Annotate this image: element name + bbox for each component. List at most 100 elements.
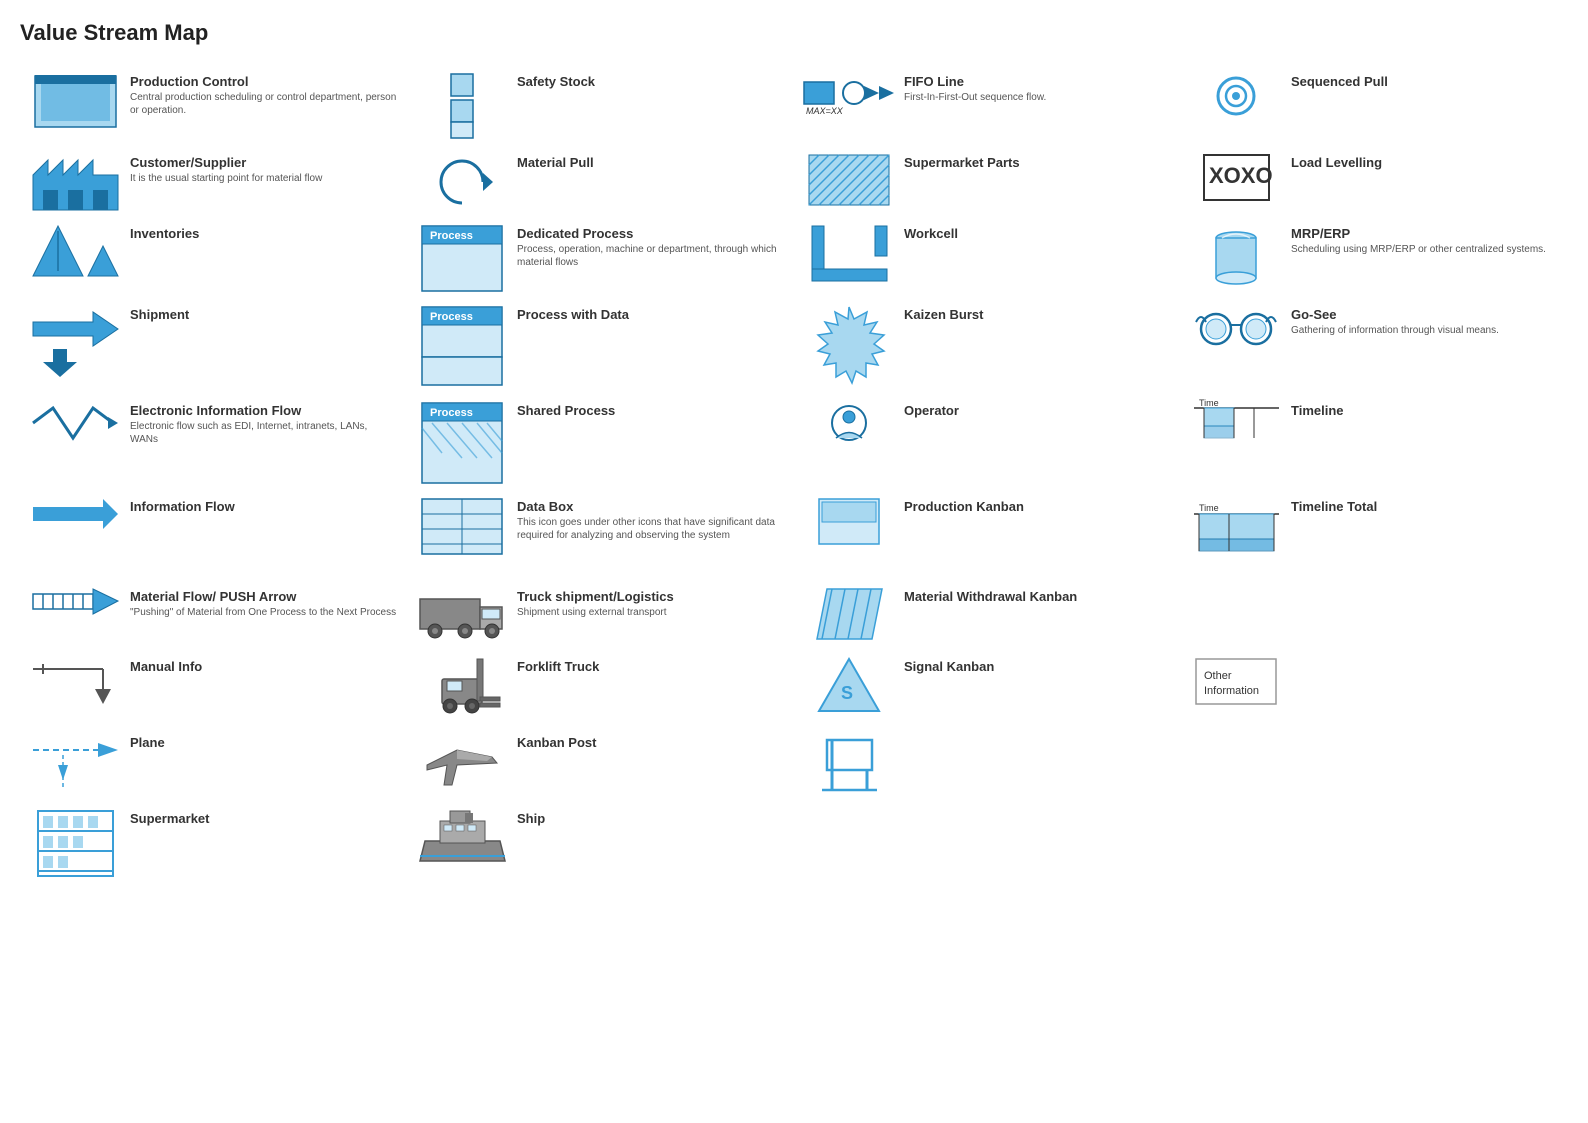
item-other-information: Other Information Other Information xyxy=(1181,651,1568,727)
electronic-info-flow-desc: Electronic flow such as EDI, Internet, i… xyxy=(130,420,397,446)
item-kaizen-burst: Kaizen Burst xyxy=(794,299,1181,395)
item-truck-shipment: Truck shipment/Logistics Shipment using … xyxy=(407,581,794,651)
info-flow-title: Information Flow xyxy=(130,499,397,514)
load-levelling-text: Load Levelling xyxy=(1291,155,1558,172)
forklift-truck-title: Forklift Truck xyxy=(517,659,784,674)
customer-supplier-desc: It is the usual starting point for mater… xyxy=(130,172,397,185)
sequenced-pull-icon xyxy=(1191,74,1281,119)
item-kanban-post xyxy=(794,727,1181,803)
production-kanban-text: Production Kanban xyxy=(904,499,1171,516)
safety-stock-text: Safety Stock xyxy=(517,74,784,91)
item-safety-stock: Safety Stock xyxy=(407,66,794,147)
supermarket-parts-icon xyxy=(804,155,894,205)
item-plane: Kanban Post xyxy=(407,727,794,803)
pull-arrow-icon xyxy=(30,735,120,790)
operator-title: Operator xyxy=(904,403,1171,418)
signal-kanban-icon: S xyxy=(804,659,894,719)
svg-text:Process: Process xyxy=(430,311,473,323)
material-withdrawal-kanban-title: Material Withdrawal Kanban xyxy=(904,589,1171,604)
operator-icon xyxy=(804,403,894,443)
item-timeline-total: Time Timeline Total xyxy=(1181,491,1568,581)
data-box-icon xyxy=(417,499,507,554)
manual-info-title: Manual Info xyxy=(130,659,397,674)
kaizen-burst-text: Kaizen Burst xyxy=(904,307,1171,324)
electronic-info-flow-title: Electronic Information Flow xyxy=(130,403,397,418)
material-pull-icon xyxy=(417,155,507,210)
go-see-text: Go-See Gathering of information through … xyxy=(1291,307,1558,337)
workcell-text: Workcell xyxy=(904,226,1171,243)
fifo-line-text: FIFO Line First-In-First-Out sequence fl… xyxy=(904,74,1171,104)
signal-kanban-title: Signal Kanban xyxy=(904,659,1171,674)
timeline-text: Timeline xyxy=(1291,403,1558,420)
item-supermarket-parts: Supermarket Parts xyxy=(794,147,1181,218)
shared-process-icon: Process xyxy=(417,403,507,483)
item-signal-kanban: S Signal Kanban xyxy=(794,651,1181,727)
data-box-title: Data Box xyxy=(517,499,784,514)
item-operator: Operator xyxy=(794,395,1181,491)
safety-stock-icon xyxy=(417,74,507,139)
svg-text:Process: Process xyxy=(430,230,473,242)
forklift-truck-text: Forklift Truck xyxy=(517,659,784,676)
truck-shipment-text: Truck shipment/Logistics Shipment using … xyxy=(517,589,784,619)
material-flow-push-icon xyxy=(30,589,120,614)
item-production-control: Production Control Central production sc… xyxy=(20,66,407,147)
go-see-desc: Gathering of information through visual … xyxy=(1291,324,1558,337)
item-empty-col2-row10 xyxy=(794,803,1181,884)
truck-shipment-title: Truck shipment/Logistics xyxy=(517,589,784,604)
production-kanban-icon xyxy=(804,499,894,544)
pull-arrow-text: Plane xyxy=(130,735,397,752)
timeline-title: Timeline xyxy=(1291,403,1558,418)
inventories-text: Inventories xyxy=(130,226,397,243)
safety-stock-title: Safety Stock xyxy=(517,74,784,89)
svg-text:Process: Process xyxy=(430,407,473,419)
signal-kanban-text: Signal Kanban xyxy=(904,659,1171,676)
process-with-data-title: Process with Data xyxy=(517,307,784,322)
item-dedicated-process: Process Dedicated Process Process, opera… xyxy=(407,218,794,299)
mrp-erp-icon xyxy=(1191,226,1281,286)
manual-info-icon xyxy=(30,659,120,709)
forklift-truck-icon xyxy=(417,659,507,714)
load-levelling-title: Load Levelling xyxy=(1291,155,1558,170)
item-pull-arrow: Plane xyxy=(20,727,407,803)
item-empty-col3-row9 xyxy=(1181,727,1568,803)
supermarket-icon xyxy=(30,811,120,876)
dedicated-process-icon: Process xyxy=(417,226,507,291)
ship-icon xyxy=(417,811,507,866)
sequenced-pull-text: Sequenced Pull xyxy=(1291,74,1558,91)
svg-text:MAX=XX: MAX=XX xyxy=(806,106,844,116)
workcell-title: Workcell xyxy=(904,226,1171,241)
material-pull-text: Material Pull xyxy=(517,155,784,172)
plane-title: Kanban Post xyxy=(517,735,784,750)
item-mrp-erp: MRP/ERP Scheduling using MRP/ERP or othe… xyxy=(1181,218,1568,299)
shared-process-title: Shared Process xyxy=(517,403,784,418)
production-control-desc: Central production scheduling or control… xyxy=(130,91,397,117)
truck-shipment-desc: Shipment using external transport xyxy=(517,606,784,619)
item-electronic-info-flow: Electronic Information Flow Electronic f… xyxy=(20,395,407,491)
inventories-icon xyxy=(30,226,120,276)
material-withdrawal-kanban-icon xyxy=(804,589,894,639)
item-customer-supplier: Customer/Supplier It is the usual starti… xyxy=(20,147,407,218)
inventories-title: Inventories xyxy=(130,226,397,241)
go-see-title: Go-See xyxy=(1291,307,1558,322)
shipment-icon xyxy=(30,307,120,377)
pull-arrow-title: Plane xyxy=(130,735,397,750)
supermarket-title: Supermarket xyxy=(130,811,397,826)
svg-text:Time: Time xyxy=(1199,398,1219,408)
shipment-title: Shipment xyxy=(130,307,397,322)
go-see-icon xyxy=(1191,307,1281,352)
data-box-desc: This icon goes under other icons that ha… xyxy=(517,516,784,542)
mrp-erp-text: MRP/ERP Scheduling using MRP/ERP or othe… xyxy=(1291,226,1558,256)
plane-icon xyxy=(417,735,507,790)
shipment-text: Shipment xyxy=(130,307,397,324)
info-flow-icon xyxy=(30,499,120,529)
fifo-line-desc: First-In-First-Out sequence flow. xyxy=(904,91,1171,104)
dedicated-process-text: Dedicated Process Process, operation, ma… xyxy=(517,226,784,269)
dedicated-process-desc: Process, operation, machine or departmen… xyxy=(517,243,784,269)
info-flow-text: Information Flow xyxy=(130,499,397,516)
svg-text:S: S xyxy=(841,683,853,703)
item-material-flow-push: Material Flow/ PUSH Arrow "Pushing" of M… xyxy=(20,581,407,651)
item-empty-col3-row10 xyxy=(1181,803,1568,884)
fifo-line-title: FIFO Line xyxy=(904,74,1171,89)
item-supermarket: Supermarket xyxy=(20,803,407,884)
item-load-levelling: XOXO Load Levelling xyxy=(1181,147,1568,218)
